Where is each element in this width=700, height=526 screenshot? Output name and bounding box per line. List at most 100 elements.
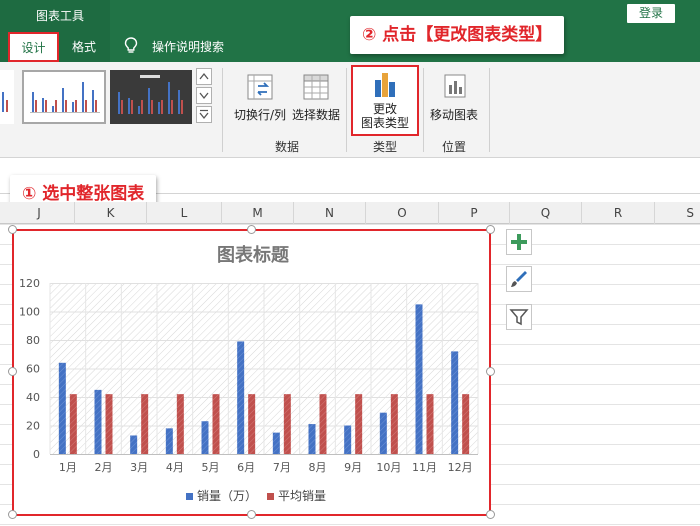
chart-svg: 图表标题 020406080100120 1月 2月 3月 4月 5月 6月 7月 8月 9月 1… xyxy=(19,244,479,503)
tab-design[interactable]: 设计 xyxy=(8,32,59,62)
select-data-icon xyxy=(303,74,329,100)
column-header[interactable]: O xyxy=(366,202,439,224)
select-data-button[interactable]: 选择数据 xyxy=(290,72,342,123)
x-tick-label: 6月 xyxy=(237,461,255,474)
bar-average[interactable] xyxy=(248,394,256,454)
column-header[interactable]: L xyxy=(147,202,222,224)
ribbon-separator xyxy=(489,68,490,152)
bar-average[interactable] xyxy=(69,394,77,454)
switch-row-column-label: 切换行/列 xyxy=(233,108,287,122)
column-header[interactable]: M xyxy=(222,202,294,224)
chart-style-thumbnail-selected[interactable] xyxy=(22,70,106,124)
select-data-label: 选择数据 xyxy=(291,108,340,122)
gallery-more-button[interactable] xyxy=(196,106,212,123)
resize-handle-top-right[interactable] xyxy=(486,225,495,234)
bar-sales[interactable] xyxy=(451,351,459,454)
bar-average[interactable] xyxy=(141,394,149,454)
bar-sales[interactable] xyxy=(272,432,280,454)
column-header[interactable]: N xyxy=(294,202,366,224)
x-tick-label: 5月 xyxy=(202,461,220,474)
resize-handle-bottom[interactable] xyxy=(247,510,256,519)
resize-handle-bottom-left[interactable] xyxy=(8,510,17,519)
bar-average[interactable] xyxy=(212,394,220,454)
chart-area[interactable]: 图表标题 0 20 40 60 80 100 120 1月 2月 3月 4月 5月 6月 7月 8月 9月 1… xyxy=(12,229,491,516)
y-tick-label: 80 xyxy=(26,334,40,347)
resize-handle-right[interactable] xyxy=(486,367,495,376)
bar-sales[interactable] xyxy=(165,428,173,454)
legend[interactable]: 销量（万） 平均销量 xyxy=(186,489,326,503)
chart-title[interactable]: 图表标题 xyxy=(217,244,290,266)
y-tick-label: 40 xyxy=(26,391,40,404)
column-header[interactable]: P xyxy=(439,202,510,224)
expand-gallery-icon xyxy=(199,109,209,120)
column-header[interactable]: R xyxy=(582,202,655,224)
chevron-up-icon xyxy=(199,72,209,80)
x-tick-label: 1月 xyxy=(59,461,77,474)
column-header[interactable]: K xyxy=(75,202,147,224)
bar-average[interactable] xyxy=(319,394,327,454)
x-tick-label: 9月 xyxy=(344,461,362,474)
column-header[interactable]: S xyxy=(655,202,700,224)
paintbrush-icon xyxy=(511,271,527,287)
bar-sales[interactable] xyxy=(308,424,316,454)
bar-average[interactable] xyxy=(426,394,434,454)
login-button[interactable]: 登录 xyxy=(627,4,675,23)
bar-average[interactable] xyxy=(390,394,398,454)
tab-format[interactable]: 格式 xyxy=(72,38,96,55)
gallery-scroll-up-button[interactable] xyxy=(196,68,212,85)
chart-styles-button[interactable] xyxy=(506,266,532,292)
bar-sales[interactable] xyxy=(237,341,245,454)
chart-style-thumbnail-dark[interactable] xyxy=(110,70,192,124)
ribbon-separator xyxy=(222,68,223,152)
bar-sales[interactable] xyxy=(379,412,387,454)
bar-average[interactable] xyxy=(105,394,113,454)
legend-swatch-sales xyxy=(186,493,193,500)
chart-elements-button[interactable] xyxy=(506,229,532,255)
x-axis-labels[interactable]: 1月 2月 3月 4月 5月 6月 7月 8月 9月 10月 11月 12月 xyxy=(59,461,473,474)
bar-sales[interactable] xyxy=(344,425,352,455)
column-header[interactable]: Q xyxy=(510,202,582,224)
bar-average[interactable] xyxy=(176,394,184,454)
group-label-data: 数据 xyxy=(275,140,300,154)
bar-sales[interactable] xyxy=(201,421,209,454)
resize-handle-top-left[interactable] xyxy=(8,225,17,234)
y-tick-label: 0 xyxy=(33,448,40,461)
y-tick-label: 20 xyxy=(26,420,40,433)
move-chart-button[interactable]: 移动图表 xyxy=(426,72,482,123)
move-chart-icon xyxy=(444,74,466,98)
ribbon-separator xyxy=(423,68,424,152)
chevron-down-icon xyxy=(199,92,209,100)
bar-average[interactable] xyxy=(283,394,291,454)
y-axis-labels[interactable]: 0 20 40 60 80 100 120 xyxy=(19,277,40,461)
x-tick-label: 12月 xyxy=(448,461,473,474)
x-tick-label: 8月 xyxy=(309,461,327,474)
plus-icon xyxy=(511,234,527,250)
chart-filters-button[interactable] xyxy=(506,304,532,330)
x-tick-label: 3月 xyxy=(130,461,148,474)
bar-average[interactable] xyxy=(355,394,363,454)
resize-handle-bottom-right[interactable] xyxy=(486,510,495,519)
switch-row-column-button[interactable]: 切换行/列 xyxy=(232,72,288,123)
y-tick-label: 100 xyxy=(19,306,40,319)
chart-tools-label: 图表工具 xyxy=(36,9,85,23)
bar-average[interactable] xyxy=(462,394,470,454)
change-chart-type-button[interactable]: 更改 图表类型 xyxy=(351,65,419,136)
group-label-location: 位置 xyxy=(442,140,467,154)
lightbulb-icon[interactable] xyxy=(124,37,138,55)
bar-chart-icon xyxy=(375,73,395,97)
bar-sales[interactable] xyxy=(415,304,423,454)
tell-me-search[interactable]: 操作说明搜索 xyxy=(152,38,224,55)
legend-label-sales: 销量（万） xyxy=(197,489,257,503)
gallery-scroll-down-button[interactable] xyxy=(196,87,212,104)
chart-style-thumbnail-partial[interactable] xyxy=(0,70,14,124)
resize-handle-top[interactable] xyxy=(247,225,256,234)
legend-label-average: 平均销量 xyxy=(278,489,326,503)
switch-row-column-icon xyxy=(247,74,273,100)
group-label-type: 类型 xyxy=(373,140,398,154)
ribbon-separator xyxy=(346,68,347,152)
resize-handle-left[interactable] xyxy=(8,367,17,376)
bar-sales[interactable] xyxy=(130,435,138,454)
bar-sales[interactable] xyxy=(58,362,66,454)
bar-sales[interactable] xyxy=(94,389,102,454)
column-header[interactable]: J xyxy=(4,202,75,224)
